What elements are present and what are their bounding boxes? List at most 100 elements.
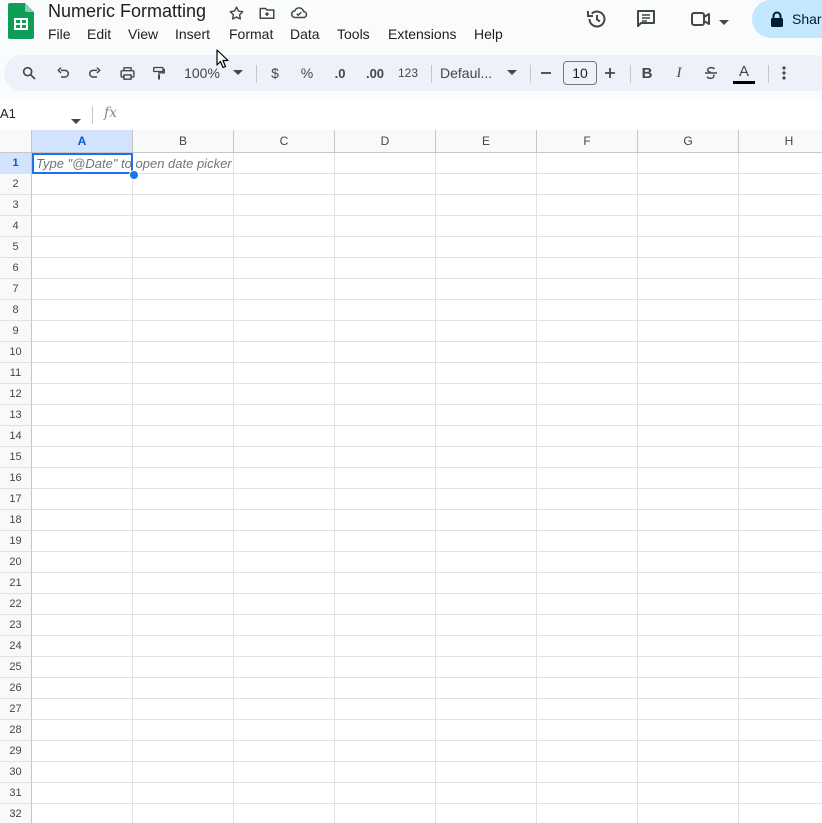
row-header-18[interactable]: 18 (0, 510, 32, 531)
spreadsheet-grid[interactable]: ABCDEFGH 1 2 3 4 5 6 7 8 9 10 11 12 13 14 15 16 17 18 19 20… (0, 130, 822, 823)
font-size-input[interactable]: 10 (563, 61, 597, 85)
more-formats-button[interactable]: 123 (394, 55, 422, 91)
row-header-3[interactable]: 3 (0, 195, 32, 216)
row-header-6[interactable]: 6 (0, 258, 32, 279)
row-header-11[interactable]: 11 (0, 363, 32, 384)
paint-format-icon[interactable] (148, 55, 170, 91)
row-gridline (32, 782, 822, 783)
column-header-c[interactable]: C (234, 130, 335, 153)
column-header-a[interactable]: A (32, 130, 133, 153)
row-header-29[interactable]: 29 (0, 741, 32, 762)
version-history-icon[interactable] (584, 6, 610, 32)
meet-video-icon[interactable] (688, 6, 714, 32)
row-header-32[interactable]: 32 (0, 804, 32, 823)
row-gridline (32, 572, 822, 573)
row-header-13[interactable]: 13 (0, 405, 32, 426)
column-header-e[interactable]: E (436, 130, 537, 153)
row-header-26[interactable]: 26 (0, 678, 32, 699)
decrease-decimal-button[interactable]: .0 (328, 55, 352, 91)
document-title[interactable]: Numeric Formatting (48, 1, 206, 22)
row-header-14[interactable]: 14 (0, 426, 32, 447)
text-color-button[interactable]: A (732, 55, 756, 91)
share-button[interactable]: Shar (752, 0, 822, 38)
row-header-16[interactable]: 16 (0, 468, 32, 489)
more-options-icon[interactable] (776, 55, 792, 91)
zoom-dropdown-icon[interactable] (232, 55, 244, 91)
bold-button[interactable]: B (638, 55, 656, 91)
increase-font-size-icon[interactable] (602, 55, 618, 91)
cloud-saved-icon[interactable] (290, 4, 308, 22)
menu-format[interactable]: Format (229, 26, 273, 42)
strikethrough-icon[interactable] (701, 55, 721, 91)
font-dropdown-icon[interactable] (506, 55, 518, 91)
row-header-28[interactable]: 28 (0, 720, 32, 741)
row-gridline (32, 257, 822, 258)
row-gridline (32, 488, 822, 489)
row-header-10[interactable]: 10 (0, 342, 32, 363)
row-header-19[interactable]: 19 (0, 531, 32, 552)
text-color-letter: A (738, 63, 749, 80)
row-header-9[interactable]: 9 (0, 321, 32, 342)
decrease-font-size-icon[interactable] (538, 55, 554, 91)
row-gridline (32, 635, 822, 636)
row-header-4[interactable]: 4 (0, 216, 32, 237)
row-header-24[interactable]: 24 (0, 636, 32, 657)
row-header-17[interactable]: 17 (0, 489, 32, 510)
column-header-f[interactable]: F (537, 130, 638, 153)
row-gridline (32, 740, 822, 741)
formula-input[interactable] (130, 104, 810, 126)
column-header-b[interactable]: B (133, 130, 234, 153)
meet-dropdown-icon[interactable] (719, 13, 729, 31)
row-header-27[interactable]: 27 (0, 699, 32, 720)
column-header-g[interactable]: G (638, 130, 739, 153)
row-header-15[interactable]: 15 (0, 447, 32, 468)
row-header-7[interactable]: 7 (0, 279, 32, 300)
undo-icon[interactable] (52, 55, 74, 91)
menu-tools[interactable]: Tools (337, 26, 370, 42)
name-box-dropdown-icon[interactable] (71, 112, 81, 130)
column-gridline (334, 153, 335, 823)
increase-decimal-button[interactable]: .00 (360, 55, 390, 91)
decrease-decimal-label: .0 (334, 65, 346, 81)
row-header-31[interactable]: 31 (0, 783, 32, 804)
row-header-23[interactable]: 23 (0, 615, 32, 636)
fill-handle[interactable] (129, 170, 139, 180)
name-box[interactable]: A1 (0, 106, 16, 121)
row-header-1[interactable]: 1 (0, 153, 32, 174)
menu-view[interactable]: View (128, 26, 158, 42)
row-header-2[interactable]: 2 (0, 174, 32, 195)
row-header-5[interactable]: 5 (0, 237, 32, 258)
menu-help[interactable]: Help (474, 26, 503, 42)
percent-format-button[interactable]: % (298, 55, 316, 91)
italic-button[interactable]: I (670, 55, 688, 91)
row-gridline (32, 593, 822, 594)
row-gridline (32, 467, 822, 468)
select-all-corner[interactable] (0, 130, 32, 153)
move-to-folder-icon[interactable] (258, 4, 276, 22)
print-icon[interactable] (116, 55, 138, 91)
row-header-8[interactable]: 8 (0, 300, 32, 321)
row-gridline (32, 509, 822, 510)
star-icon[interactable] (227, 4, 245, 22)
row-header-12[interactable]: 12 (0, 384, 32, 405)
row-header-20[interactable]: 20 (0, 552, 32, 573)
menu-insert[interactable]: Insert (175, 26, 210, 42)
fx-icon: fx (104, 105, 118, 121)
row-header-22[interactable]: 22 (0, 594, 32, 615)
column-header-h[interactable]: H (739, 130, 822, 153)
search-menus-icon[interactable] (18, 55, 40, 91)
column-header-d[interactable]: D (335, 130, 436, 153)
row-header-21[interactable]: 21 (0, 573, 32, 594)
font-family-select[interactable]: Defaul... (440, 55, 502, 91)
comments-icon[interactable] (633, 6, 659, 32)
row-header-25[interactable]: 25 (0, 657, 32, 678)
redo-icon[interactable] (84, 55, 106, 91)
menu-extensions[interactable]: Extensions (388, 26, 456, 42)
menu-data[interactable]: Data (290, 26, 320, 42)
row-header-30[interactable]: 30 (0, 762, 32, 783)
menu-edit[interactable]: Edit (87, 26, 111, 42)
menu-file[interactable]: File (48, 26, 71, 42)
currency-format-button[interactable]: $ (266, 55, 284, 91)
sheets-logo-icon[interactable] (8, 3, 34, 39)
increase-decimal-label: .00 (365, 65, 385, 81)
